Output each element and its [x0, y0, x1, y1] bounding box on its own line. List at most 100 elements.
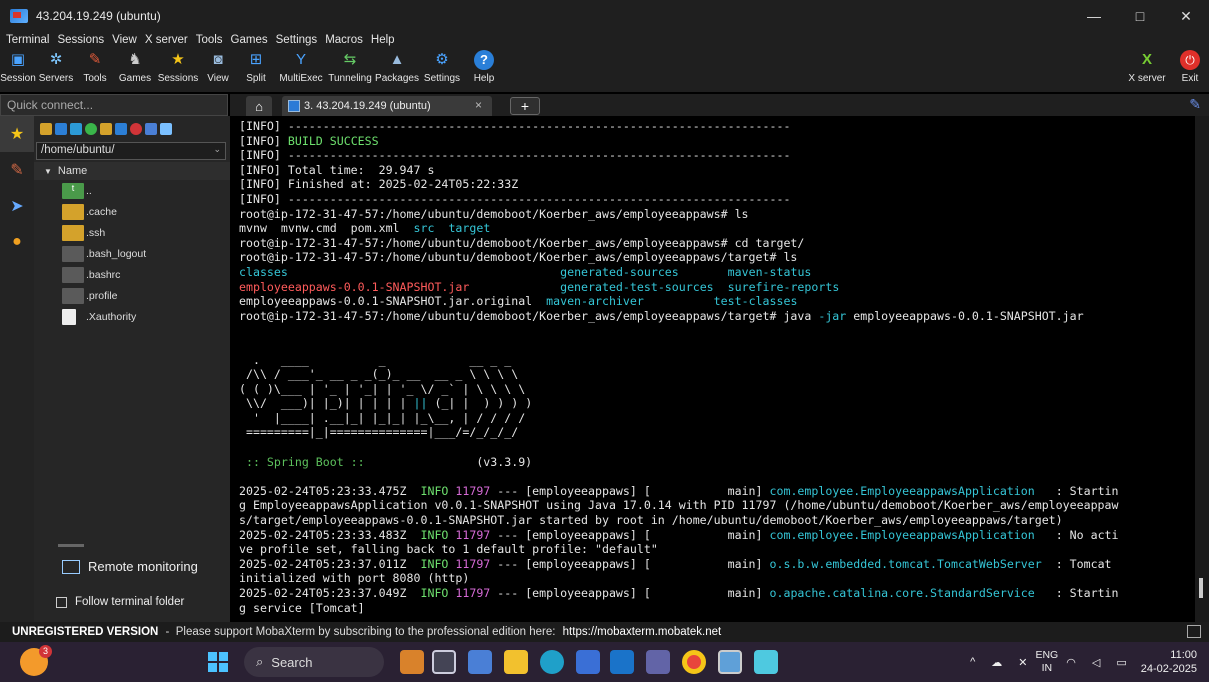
weather-widget-icon[interactable]: 3 [20, 645, 52, 676]
macros-icon[interactable]: ● [0, 224, 34, 260]
text-icon[interactable] [145, 123, 157, 135]
home-tab[interactable]: ⌂ [246, 96, 272, 116]
edge-browser-icon[interactable] [540, 650, 564, 674]
menu-sessions[interactable]: Sessions [53, 34, 108, 46]
menu-bar: Terminal Sessions View X server Tools Ga… [0, 32, 1209, 48]
monitor-icon [62, 559, 80, 574]
list-item[interactable]: .profile [34, 285, 230, 306]
new-file-icon[interactable] [115, 123, 127, 135]
chat-icon[interactable] [1187, 625, 1201, 638]
refresh-icon[interactable] [85, 123, 97, 135]
tools-button[interactable]: ✎ Tools [76, 48, 114, 92]
close-window-button[interactable]: ✕ [1163, 0, 1209, 32]
list-item[interactable]: .Xauthority [34, 306, 230, 327]
path-field[interactable]: /home/ubuntu/ ⌄ [36, 142, 226, 160]
menu-help[interactable]: Help [367, 34, 399, 46]
mobaxterm-taskbar-icon[interactable] [718, 650, 742, 674]
favorites-star-icon[interactable]: ★ [0, 116, 34, 152]
delete-icon[interactable] [130, 123, 142, 135]
task-view-icon[interactable] [432, 650, 456, 674]
minimize-button[interactable]: — [1071, 0, 1117, 32]
store-icon[interactable] [576, 650, 600, 674]
terminal-panel-icon[interactable] [160, 123, 172, 135]
chevron-down-icon[interactable]: ⌄ [213, 144, 221, 155]
sidebar-vertical-tabs: ★ ✎ ➤ ● [0, 116, 34, 622]
taskbar-search[interactable]: ⌕ Search [244, 647, 384, 677]
folder-icon[interactable] [100, 123, 112, 135]
new-tab-button[interactable]: + [510, 97, 540, 115]
terminal-line: [INFO] ---------------------------------… [239, 119, 1195, 134]
terminal-text: || [413, 396, 428, 411]
list-item[interactable]: .bashrc [34, 264, 230, 285]
outlook-icon[interactable] [610, 650, 634, 674]
menu-games[interactable]: Games [227, 34, 272, 46]
upload-folder-icon[interactable] [40, 123, 52, 135]
maximize-button[interactable]: □ [1117, 0, 1163, 32]
menu-xserver[interactable]: X server [141, 34, 192, 46]
scrollbar-thumb[interactable] [1199, 578, 1203, 598]
tree-column-header[interactable]: ▼ Name [34, 162, 230, 180]
checkbox[interactable] [56, 596, 67, 608]
language-indicator[interactable]: ENG IN [1035, 649, 1058, 675]
wifi-icon[interactable]: ◠ [1066, 656, 1076, 669]
list-item[interactable]: .ssh [34, 222, 230, 243]
main-toolbar: ▣ Session ✲ Servers ✎ Tools ♞ Games ★ Se… [0, 48, 1209, 92]
terminal-scrollbar[interactable] [1195, 116, 1209, 622]
list-item[interactable]: .bash_logout [34, 243, 230, 264]
paperclip-icon[interactable]: ✎ [1189, 96, 1201, 113]
games-button[interactable]: ♞ Games [114, 48, 156, 92]
chrome-icon[interactable] [682, 650, 706, 674]
xserver-button[interactable]: X X server [1123, 48, 1171, 92]
multiexec-button[interactable]: Y MultiExec [276, 48, 326, 92]
servers-button[interactable]: ✲ Servers [36, 48, 76, 92]
exit-button[interactable]: ⏻ Exit [1171, 48, 1209, 92]
menu-settings[interactable]: Settings [272, 34, 322, 46]
terminal-text: initialized with port 8080 (http) [239, 571, 470, 586]
start-button[interactable] [208, 652, 228, 672]
battery-icon[interactable]: ▭ [1116, 656, 1126, 669]
download-icon[interactable] [55, 123, 67, 135]
list-item[interactable]: t .. [34, 180, 230, 201]
volume-icon[interactable]: ◁ [1092, 656, 1100, 669]
sessions-button[interactable]: ★ Sessions [156, 48, 200, 92]
terminal-output[interactable]: [INFO] ---------------------------------… [237, 116, 1195, 622]
subscribe-link[interactable]: https://mobaxterm.mobatek.net [563, 626, 722, 638]
chevron-up-icon[interactable]: ^ [970, 656, 975, 668]
terminal-text: s/target/employeeappaws-0.0.1-SNAPSHOT.j… [239, 513, 1063, 528]
file-explorer-icon[interactable] [504, 650, 528, 674]
menu-terminal[interactable]: Terminal [2, 34, 53, 46]
settings-button[interactable]: ⚙ Settings [420, 48, 464, 92]
terminal-text: 11797 [455, 527, 491, 542]
split-icon: ⊞ [249, 51, 263, 68]
sftp-send-icon[interactable]: ➤ [0, 188, 34, 224]
terminal-text: o.s.b.w.embedded.tomcat.TomcatWebServer [769, 556, 1042, 571]
follow-terminal-folder-checkbox[interactable]: Follow terminal folder [56, 596, 184, 608]
windows-logo-tile [219, 663, 228, 672]
media-app-icon[interactable] [400, 650, 424, 674]
tab-session-3[interactable]: 3. 43.204.19.249 (ubuntu) × [282, 96, 492, 116]
teams-icon[interactable] [646, 650, 670, 674]
clock[interactable]: 11:00 24-02-2025 [1141, 648, 1197, 676]
session-button[interactable]: ▣ Session [0, 48, 36, 92]
menu-view[interactable]: View [108, 34, 141, 46]
remote-monitoring-button[interactable]: Remote monitoring [62, 559, 198, 574]
terminal-line: ve profile set, falling back to 1 defaul… [239, 542, 1195, 557]
notepad-icon[interactable] [754, 650, 778, 674]
tunneling-button[interactable]: ⇆ Tunneling [326, 48, 374, 92]
packages-button[interactable]: ▲ Packages [374, 48, 420, 92]
close-tab-icon[interactable]: × [475, 98, 482, 112]
list-item[interactable]: .cache [34, 201, 230, 222]
cloud-icon[interactable]: ☁ [991, 656, 1002, 669]
help-button[interactable]: ? Help [464, 48, 504, 92]
menu-tools[interactable]: Tools [192, 34, 227, 46]
view-button[interactable]: ◙ View [200, 48, 236, 92]
tab-session-label: 3. 43.204.19.249 (ubuntu) [304, 100, 431, 112]
tools-side-icon[interactable]: ✎ [0, 152, 34, 188]
upload-icon[interactable] [70, 123, 82, 135]
split-button[interactable]: ⊞ Split [236, 48, 276, 92]
quick-connect-input[interactable]: Quick connect... [0, 94, 228, 116]
menu-macros[interactable]: Macros [321, 34, 367, 46]
mic-muted-icon[interactable]: ✕ [1018, 656, 1027, 669]
teams-meeting-icon[interactable] [468, 650, 492, 674]
